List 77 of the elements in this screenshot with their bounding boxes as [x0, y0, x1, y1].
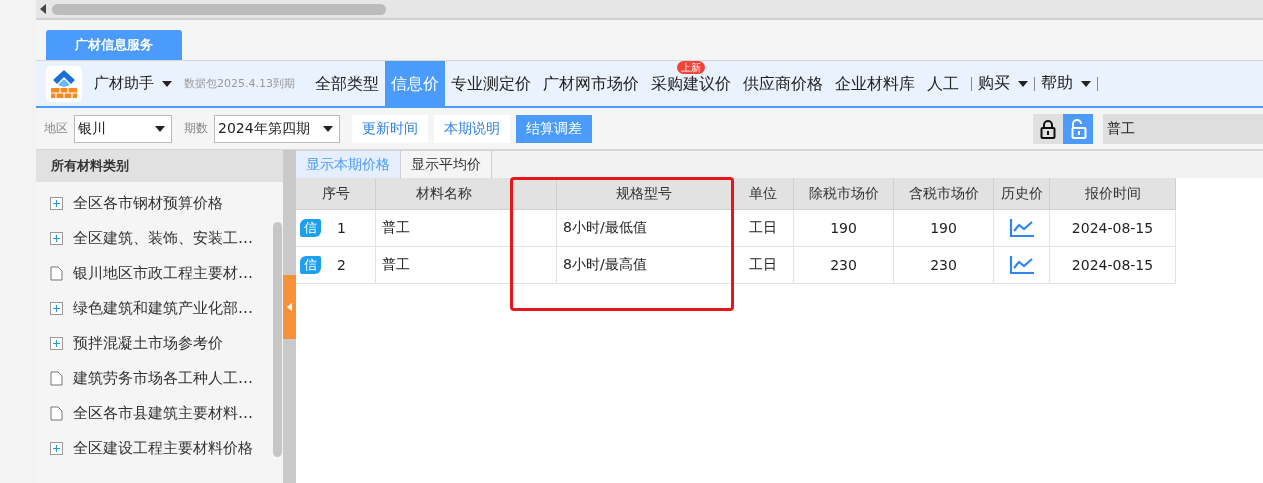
nav-tab[interactable]: 供应商价格: [737, 72, 829, 95]
row-number: 2: [337, 257, 346, 273]
logo-icon: [46, 65, 82, 102]
row-number: 1: [337, 220, 346, 236]
line-chart-icon[interactable]: [1008, 218, 1035, 238]
collapse-handle[interactable]: [283, 274, 296, 339]
expand-icon[interactable]: [50, 232, 63, 245]
category-item[interactable]: 银川地区市政工程主要材…: [73, 264, 253, 283]
column-header: 材料名称: [376, 178, 512, 210]
new-badge: 上新: [677, 61, 705, 74]
document-icon: [50, 266, 63, 281]
column-header: 历史价: [994, 178, 1050, 210]
field-label: 地区: [44, 120, 68, 137]
nav-tab[interactable]: 广材网市场价: [537, 72, 645, 95]
table-cell: 普工: [376, 247, 512, 284]
table-cell: 2024-08-15: [1050, 247, 1176, 284]
app-name[interactable]: 广材助手: [94, 74, 154, 93]
category-item[interactable]: 全区建设工程主要材料价格: [73, 439, 253, 458]
toolbar-button[interactable]: 本期说明: [434, 114, 510, 143]
category-item[interactable]: 全区各市县建筑主要材料…: [73, 404, 253, 423]
expand-icon[interactable]: [50, 442, 63, 455]
table-cell: 工日: [732, 210, 794, 247]
collapse-left-icon: [287, 302, 292, 311]
package-expiry-note: 数据包2025.4.13到期: [184, 76, 295, 91]
category-item[interactable]: 建筑劳务市场各工种人工…: [73, 369, 253, 388]
field-label: 期数: [184, 120, 208, 137]
column-header: 除税市场价: [794, 178, 894, 210]
expand-icon[interactable]: [50, 337, 63, 350]
category-item[interactable]: 全区各市钢材预算价格: [73, 194, 223, 213]
caret-icon: [162, 80, 172, 87]
column-header: 含税市场价: [894, 178, 994, 210]
horizontal-scrollbar[interactable]: [36, 0, 1263, 20]
menu-item[interactable]: 帮助: [1041, 73, 1073, 94]
nav-tab[interactable]: 全部类型: [309, 72, 385, 95]
column-header: 单位: [732, 178, 794, 210]
table-cell: 190: [894, 210, 994, 247]
table-cell: 工日: [732, 247, 794, 284]
caret-icon: [323, 125, 333, 132]
caret-icon: [1018, 80, 1028, 87]
table-cell: 190: [794, 210, 894, 247]
table-cell: 230: [894, 247, 994, 284]
caret-icon: [155, 125, 165, 132]
table-cell: 8小时/最低值: [557, 210, 732, 247]
document-icon: [50, 406, 63, 421]
table-cell: [512, 210, 557, 247]
nav-tab[interactable]: 采购建议价: [645, 72, 737, 95]
document-icon: [50, 371, 63, 386]
nav-tab[interactable]: 企业材料库: [829, 72, 921, 95]
table-cell: 普工: [376, 210, 512, 247]
lock-button[interactable]: [1033, 113, 1063, 144]
line-chart-icon[interactable]: [1008, 255, 1035, 275]
table-cell: [512, 247, 557, 284]
info-badge: 信: [300, 219, 321, 237]
nav-tab[interactable]: 人工: [921, 72, 965, 95]
unlock-icon: [1069, 118, 1087, 139]
expand-icon[interactable]: [50, 302, 63, 315]
table-cell: 230: [794, 247, 894, 284]
search-field[interactable]: 普工: [1103, 113, 1263, 144]
region-select[interactable]: 银川: [74, 114, 172, 143]
info-badge: 信: [300, 256, 321, 274]
table-cell: 8小时/最高值: [557, 247, 732, 284]
nav-tab[interactable]: 专业测定价: [445, 72, 537, 95]
column-header: 序号: [296, 178, 376, 210]
caret-icon: [1081, 80, 1091, 87]
category-item[interactable]: 预拌混凝土市场参考价: [73, 334, 223, 353]
table-cell: 2024-08-15: [1050, 210, 1176, 247]
column-header: 报价时间: [1050, 178, 1176, 210]
menu-item[interactable]: 购买: [978, 73, 1010, 94]
lock-icon: [1040, 118, 1056, 139]
period-select[interactable]: 2024年第四期: [214, 114, 340, 143]
sidebar-title: 所有材料类别: [36, 150, 283, 182]
scroll-left-icon[interactable]: [40, 4, 46, 14]
expand-icon[interactable]: [50, 197, 63, 210]
column-header: 规格型号: [557, 178, 732, 210]
category-item[interactable]: 全区建筑、装饰、安装工…: [73, 229, 253, 248]
toolbar-button[interactable]: 更新时间: [352, 114, 428, 143]
category-item[interactable]: 绿色建筑和建筑产业化部…: [73, 299, 253, 318]
